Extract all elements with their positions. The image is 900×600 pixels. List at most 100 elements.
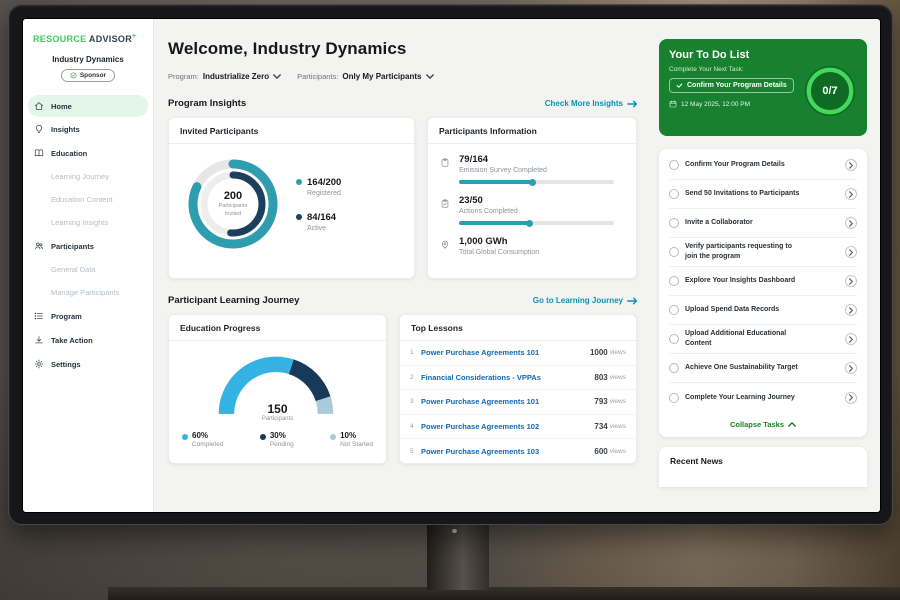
todo-task-row[interactable]: Achieve One Sustainability Target: [669, 354, 857, 383]
task-checkbox[interactable]: [669, 334, 679, 344]
lesson-link[interactable]: Power Purchase Agreements 101: [421, 397, 594, 406]
task-open-button[interactable]: [845, 275, 857, 287]
sidebar-item-program[interactable]: Program: [23, 304, 153, 328]
emission-survey-value: 79/164: [459, 154, 614, 165]
invited-total-label: Participants Invited: [212, 203, 254, 218]
lesson-link[interactable]: Power Purchase Agreements 103: [421, 447, 594, 456]
lesson-row[interactable]: 5 Power Purchase Agreements 103 600 view…: [400, 439, 636, 464]
invited-participants-card-title: Invited Participants: [169, 118, 414, 144]
chevron-down-icon: [273, 74, 281, 79]
sidebar-item-education[interactable]: Education: [23, 141, 153, 165]
task-open-button[interactable]: [845, 188, 857, 200]
task-open-button[interactable]: [845, 333, 857, 345]
task-open-button[interactable]: [845, 304, 857, 316]
brand-logo: RESOURCE ADVISOR+: [23, 33, 153, 44]
next-task-chip[interactable]: Confirm Your Program Details: [669, 78, 794, 93]
sidebar-item-manage-participants[interactable]: Manage Participants: [23, 281, 153, 304]
chevron-right-icon: [849, 162, 853, 169]
check-more-insights-link[interactable]: Check More Insights: [545, 99, 638, 108]
task-open-button[interactable]: [845, 217, 857, 229]
education-center-label: Participants: [216, 416, 340, 422]
chevron-down-icon: [426, 74, 434, 79]
participants-information-card: Participants Information 79/164 Emission…: [427, 117, 637, 279]
lesson-row[interactable]: 3 Power Purchase Agreements 101 793 view…: [400, 390, 636, 415]
sidebar-item-settings[interactable]: Settings: [23, 352, 153, 376]
todo-task-row[interactable]: Upload Additional Educational Content: [669, 325, 857, 354]
task-checkbox[interactable]: [669, 218, 679, 228]
registered-dot: [296, 179, 302, 185]
sponsor-badge: Sponsor: [61, 69, 115, 82]
registered-label: Registered: [307, 190, 341, 197]
sidebar-item-label: Participants: [51, 242, 94, 251]
sidebar-item-take-action[interactable]: Take Action: [23, 328, 153, 352]
actions-completed-label: Actions Completed: [459, 208, 614, 215]
actions-completed-row: 23/50 Actions Completed: [440, 195, 624, 225]
top-lessons-card: Top Lessons 1 Power Purchase Agreements …: [399, 314, 637, 464]
collapse-tasks-link[interactable]: Collapse Tasks: [669, 412, 857, 432]
global-consumption-label: Total Global Consumption: [459, 249, 539, 256]
todo-task-row[interactable]: Complete Your Learning Journey: [669, 383, 857, 412]
emission-survey-row: 79/164 Emission Survey Completed: [440, 154, 624, 184]
task-open-button[interactable]: [845, 159, 857, 171]
sidebar-item-learning-journey[interactable]: Learning Journey: [23, 165, 153, 188]
sidebar-item-learning-insights[interactable]: Learning Insights: [23, 211, 153, 234]
go-to-learning-journey-link[interactable]: Go to Learning Journey: [533, 296, 638, 305]
invited-donut-chart: 200 Participants Invited: [183, 154, 283, 254]
todo-task-row[interactable]: Invite a Collaborator: [669, 209, 857, 238]
education-progress-card: Education Progress 150 Participants: [168, 314, 387, 464]
program-filter-value: Industrialize Zero: [203, 72, 269, 81]
todo-task-row[interactable]: Confirm Your Program Details: [669, 151, 857, 180]
todo-tasks-card: Confirm Your Program Details Send 50 Inv…: [659, 149, 867, 437]
lesson-link[interactable]: Power Purchase Agreements 102: [421, 422, 594, 431]
task-checkbox[interactable]: [669, 363, 679, 373]
sidebar-item-insights[interactable]: Insights: [23, 117, 153, 141]
lesson-link[interactable]: Power Purchase Agreements 101: [421, 348, 590, 357]
photo-background: RESOURCE ADVISOR+ Industry Dynamics Spon…: [0, 0, 900, 600]
education-progress-card-title: Education Progress: [169, 315, 386, 341]
sidebar-item-education-content[interactable]: Education Content: [23, 188, 153, 211]
todo-task-row[interactable]: Explore Your Insights Dashboard: [669, 267, 857, 296]
todo-task-row[interactable]: Upload Spend Data Records: [669, 296, 857, 325]
lesson-row[interactable]: 4 Power Purchase Agreements 102 734 view…: [400, 415, 636, 440]
sidebar-item-participants[interactable]: Participants: [23, 234, 153, 258]
sidebar-item-general-data[interactable]: General Data: [23, 258, 153, 281]
todo-title: Your To Do List: [669, 49, 857, 61]
pending-dot: [260, 434, 266, 440]
monitor-bezel: RESOURCE ADVISOR+ Industry Dynamics Spon…: [8, 4, 893, 525]
program-insights-section-title: Program Insights: [168, 98, 246, 109]
program-filter-label: Program:: [168, 72, 199, 81]
task-checkbox[interactable]: [669, 189, 679, 199]
lightbulb-icon: [34, 124, 44, 134]
sidebar-item-home[interactable]: Home: [28, 95, 148, 117]
clipboard-check-icon: [440, 195, 451, 225]
task-open-button[interactable]: [845, 362, 857, 374]
task-checkbox[interactable]: [669, 393, 679, 403]
main-content: Welcome, Industry Dynamics Program: Indu…: [154, 19, 650, 512]
lesson-link[interactable]: Financial Considerations - VPPAs: [421, 373, 594, 382]
registered-value: 164/200: [307, 177, 341, 188]
brand-plus: +: [132, 33, 136, 40]
todo-task-row[interactable]: Verify participants requesting to join t…: [669, 238, 857, 267]
chevron-right-icon: [849, 394, 853, 401]
task-checkbox[interactable]: [669, 247, 679, 257]
emission-survey-progressbar: [459, 180, 614, 184]
task-open-button[interactable]: [845, 246, 857, 258]
program-filter-dropdown[interactable]: Program: Industrialize Zero: [168, 72, 281, 81]
task-checkbox[interactable]: [669, 160, 679, 170]
participants-filter-value: Only My Participants: [342, 72, 421, 81]
task-checkbox[interactable]: [669, 305, 679, 315]
organization-name: Industry Dynamics: [23, 55, 153, 64]
todo-summary-card: Your To Do List Complete Your Next Task:…: [659, 39, 867, 136]
participants-filter-dropdown[interactable]: Participants: Only My Participants: [297, 72, 433, 81]
task-checkbox[interactable]: [669, 276, 679, 286]
lesson-row[interactable]: 1 Power Purchase Agreements 101 1000 vie…: [400, 341, 636, 366]
sidebar-item-label: Program: [51, 312, 82, 321]
brand-name-part2: ADVISOR: [89, 34, 132, 44]
todo-task-row[interactable]: Send 50 Invitations to Participants: [669, 180, 857, 209]
desk-edge: [108, 587, 900, 600]
sidebar-item-label: Insights: [51, 125, 80, 134]
lesson-row[interactable]: 2 Financial Considerations - VPPAs 803 v…: [400, 366, 636, 391]
registered-legend-item: 164/200 Registered: [296, 177, 341, 197]
task-open-button[interactable]: [845, 392, 857, 404]
todo-progress-count: 0/7: [803, 64, 857, 118]
